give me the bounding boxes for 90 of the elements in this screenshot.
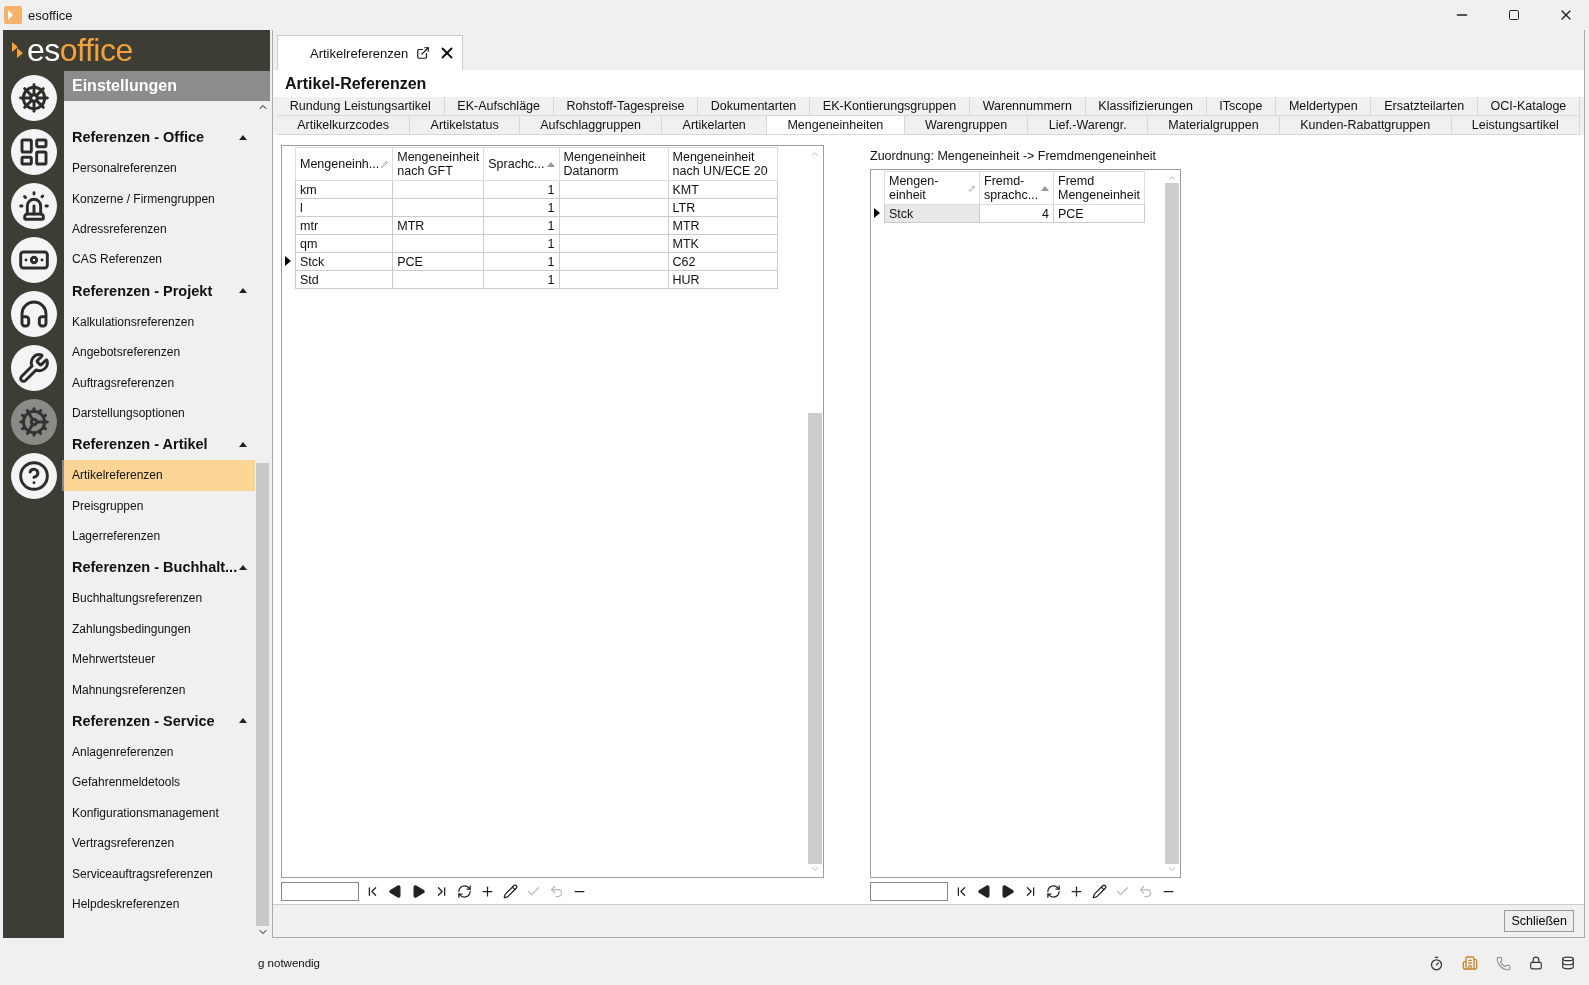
sidebar-item[interactable]: Preisgruppen xyxy=(62,490,255,521)
window-title: esoffice xyxy=(28,7,74,23)
sidebar-item[interactable]: Mahnungsreferenzen xyxy=(62,674,255,705)
page-title: Artikel-Referenzen xyxy=(284,74,428,94)
tab[interactable]: Aufschlaggruppen xyxy=(519,116,663,135)
sidebar-item[interactable]: Gefahrenmeldetools xyxy=(62,767,255,798)
sidebar-item[interactable]: Kalkulationsreferenzen xyxy=(62,306,255,337)
column-header[interactable]: Fremd Mengeneinheit xyxy=(1053,171,1145,205)
tab[interactable]: Leistungsartikel xyxy=(1451,116,1580,135)
sidebar-item[interactable]: Konzerne / Firmengruppen xyxy=(62,183,255,214)
sidebar-header: Einstellungen xyxy=(64,71,270,101)
collapse-icon[interactable] xyxy=(239,564,247,570)
tab[interactable]: Artikelkurzcodes xyxy=(277,116,411,135)
sidebar-item[interactable]: Personalreferenzen xyxy=(62,153,255,184)
column-header[interactable]: Fremd-sprachc... xyxy=(979,171,1054,205)
tab[interactable]: Materialgruppen xyxy=(1148,116,1280,135)
tab[interactable]: OCI-Kataloge xyxy=(1477,97,1581,116)
refresh-icon[interactable] xyxy=(1044,883,1063,899)
column-header[interactable]: Mengeneinheit Datanorm xyxy=(559,147,669,181)
status-text: g notwendig xyxy=(258,957,322,969)
column-header[interactable]: Sprachc... xyxy=(483,147,560,181)
section-title[interactable]: Referenzen - Projekt xyxy=(72,282,213,299)
collapse-icon[interactable] xyxy=(239,288,247,294)
ship-wheel-icon[interactable] xyxy=(10,75,57,121)
wrench-icon[interactable] xyxy=(10,345,57,391)
timer-icon[interactable] xyxy=(1429,955,1444,971)
collapse-icon[interactable] xyxy=(239,441,247,447)
sidebar-item[interactable]: Konfigurationsmanagement xyxy=(62,797,255,829)
edit-icon[interactable] xyxy=(1090,883,1109,899)
section-title[interactable]: Referenzen - Buchhalt... xyxy=(72,559,238,576)
lock-icon[interactable] xyxy=(1529,956,1543,970)
tab[interactable]: Klassifizierungen xyxy=(1085,97,1207,116)
document-tab[interactable]: Artikelreferenzen xyxy=(277,35,464,70)
sort-icon[interactable] xyxy=(546,161,555,167)
mapping-caption: Zuordnung: Mengeneinheit -> Fremdmengeneinheit xyxy=(870,148,1157,165)
gear-icon[interactable] xyxy=(10,399,57,445)
tab[interactable]: Artikelarten xyxy=(662,116,768,135)
tab[interactable]: Ersatzteilarten xyxy=(1371,97,1478,116)
tab[interactable]: Mengeneinheiten xyxy=(767,116,905,135)
board-icon[interactable] xyxy=(10,129,57,175)
sidebar-item[interactable]: Darstellungsoptionen xyxy=(62,397,255,429)
sidebar-item[interactable]: Auftragsreferenzen xyxy=(62,367,255,398)
sidebar-item[interactable]: Lagerreferenzen xyxy=(62,520,255,552)
siren-icon[interactable] xyxy=(10,183,57,229)
tab[interactable]: Artikelstatus xyxy=(410,116,520,135)
tab[interactable]: Rohstoff-Tagespreise xyxy=(553,97,699,116)
sidebar-item[interactable]: Anlagenreferenzen xyxy=(62,736,255,768)
tab[interactable]: EK-Aufschläge xyxy=(444,97,554,116)
logo: esoffice xyxy=(27,32,133,69)
section-title[interactable]: Referenzen - Artikel xyxy=(72,436,208,453)
section-title[interactable]: Referenzen - Office xyxy=(72,129,205,145)
sidebar-item[interactable]: Adressreferenzen xyxy=(62,213,255,245)
tab[interactable]: EK-Kontierungsgruppen xyxy=(810,97,970,116)
tab[interactable]: Lief.-Warengr. xyxy=(1028,116,1149,135)
sidebar-item[interactable]: Zahlungsbedingungen xyxy=(62,613,255,645)
banknote-icon[interactable] xyxy=(10,237,57,283)
tab[interactable]: Kunden-Rabattgruppen xyxy=(1280,116,1452,135)
sidebar-item[interactable]: Artikelreferenzen xyxy=(62,460,255,491)
tab[interactable]: Warennummern xyxy=(970,97,1086,116)
sidebar-item[interactable]: Serviceauftragsreferenzen xyxy=(62,858,255,889)
sidebar-item[interactable]: Vertragsreferenzen xyxy=(62,828,255,859)
building-icon[interactable] xyxy=(1462,955,1478,971)
column-header[interactable]: Mengeneinheit nach GFT xyxy=(392,147,484,181)
page-field[interactable] xyxy=(281,881,359,901)
tab[interactable]: Warengruppen xyxy=(904,116,1029,135)
column-header[interactable]: Mengen-einheit xyxy=(884,171,980,205)
page-field[interactable] xyxy=(870,881,948,901)
refresh-icon[interactable] xyxy=(455,883,474,899)
sidebar-item[interactable]: CAS Referenzen xyxy=(62,244,255,275)
tab[interactable]: ITscope xyxy=(1206,97,1277,116)
collapse-icon[interactable] xyxy=(239,718,247,724)
sidebar-item[interactable]: Helpdeskreferenzen xyxy=(62,888,255,920)
headset-icon[interactable] xyxy=(10,291,57,337)
tab[interactable]: Rundung Leistungsartikel xyxy=(277,97,445,116)
help-icon[interactable] xyxy=(10,453,57,499)
section-title[interactable]: Referenzen - Service xyxy=(72,712,215,729)
column-header[interactable]: Mengeneinheit nach UN/ECE 20 xyxy=(668,147,778,181)
collapse-icon[interactable] xyxy=(239,134,247,140)
sort-icon[interactable] xyxy=(1041,185,1049,191)
column-header[interactable]: Mengeneinh... xyxy=(295,147,393,181)
app-icon xyxy=(4,6,22,24)
database-icon[interactable] xyxy=(1561,956,1575,970)
edit-icon[interactable] xyxy=(501,883,520,899)
sidebar-item[interactable]: Mehrwertsteuer xyxy=(62,644,255,675)
tab[interactable]: Meldertypen xyxy=(1276,97,1372,116)
tab[interactable]: Dokumentarten xyxy=(698,97,811,116)
pop-out-icon[interactable] xyxy=(416,46,431,60)
close-button[interactable]: Schließen xyxy=(1504,910,1574,932)
sidebar-item[interactable]: Buchhaltungsreferenzen xyxy=(62,583,255,614)
sidebar-item[interactable]: Angebotsreferenzen xyxy=(62,336,255,368)
